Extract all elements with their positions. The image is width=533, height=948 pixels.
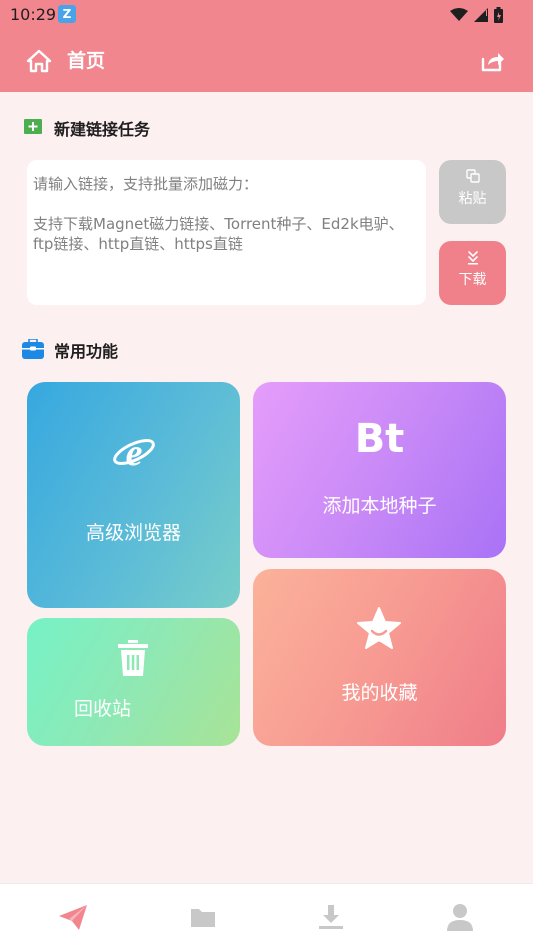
status-indicators [450, 6, 503, 24]
signal-icon [474, 8, 488, 22]
add-torrent-label: 添加本地种子 [322, 495, 437, 517]
link-input[interactable]: 请输入链接，支持批量添加磁力： 支持下载Magnet磁力链接、Torrent种子… [27, 160, 426, 305]
browser-e-icon: e [113, 432, 155, 472]
star-icon [357, 607, 401, 649]
bt-icon: Bt [354, 416, 405, 462]
status-bar: 10:29 Z [0, 0, 533, 30]
folder-icon[interactable] [188, 902, 218, 932]
download-label: 下载 [458, 272, 487, 288]
download-icon[interactable] [316, 902, 346, 932]
placeholder-line: 请输入链接，支持批量添加磁力： [33, 175, 259, 193]
toolbox-icon [22, 339, 44, 359]
wifi-icon [450, 8, 468, 21]
placeholder-line: 支持下载Magnet磁力链接、Torrent种子、Ed2k电驴、 [33, 215, 404, 233]
new-task-title: 新建链接任务 [54, 120, 151, 139]
user-icon[interactable] [445, 902, 475, 932]
notification-app-icon: Z [58, 5, 76, 23]
download-button[interactable]: 下载 [439, 241, 506, 305]
browser-label: 高级浏览器 [85, 522, 181, 544]
battery-icon [494, 7, 503, 23]
placeholder-line: ftp链接、http直链、https直链 [33, 235, 243, 253]
download-arrow-icon [467, 251, 478, 265]
recycle-bin-card[interactable]: 回收站 [27, 618, 240, 746]
paste-button[interactable]: 粘贴 [439, 160, 506, 224]
copy-icon [465, 169, 480, 183]
functions-title: 常用功能 [54, 342, 119, 361]
add-torrent-card[interactable]: Bt 添加本地种子 [253, 382, 506, 558]
plus-square-icon [24, 119, 42, 134]
share-icon[interactable] [479, 48, 505, 74]
trash-icon [118, 640, 148, 676]
home-icon[interactable] [26, 48, 52, 74]
bottom-navigation [0, 883, 533, 948]
svg-text:e: e [126, 432, 143, 472]
recycle-bin-label: 回收站 [73, 698, 131, 720]
send-icon[interactable] [58, 902, 88, 932]
paste-label: 粘贴 [458, 191, 487, 207]
status-time: 10:29 [10, 5, 57, 24]
page-title: 首页 [67, 50, 106, 72]
browser-card[interactable]: e 高级浏览器 [27, 382, 240, 608]
favorites-card[interactable]: 我的收藏 [253, 569, 506, 746]
placeholder-line [33, 194, 420, 214]
favorites-label: 我的收藏 [341, 682, 418, 704]
